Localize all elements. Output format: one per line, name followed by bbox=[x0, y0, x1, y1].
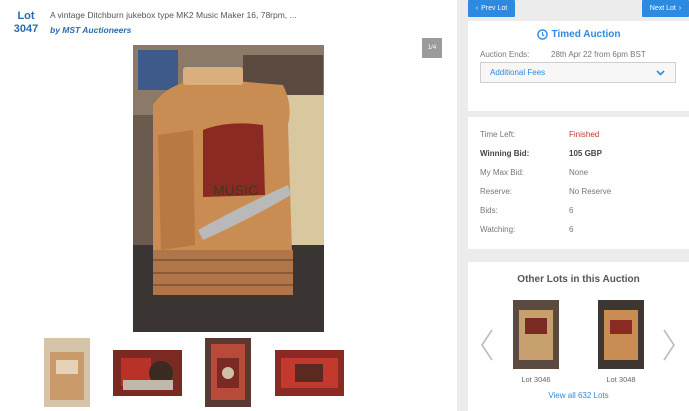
lot-prefix: Lot bbox=[17, 10, 35, 22]
other-lots-title: Other Lots in this Auction bbox=[517, 274, 640, 285]
timed-auction-label: Timed Auction bbox=[551, 29, 621, 40]
chevron-left-icon: ‹ bbox=[475, 5, 479, 12]
reserve-value: No Reserve bbox=[569, 187, 612, 196]
watching-label: Watching: bbox=[480, 225, 516, 234]
auctioneer-link[interactable]: by MST Auctioneers bbox=[50, 25, 131, 35]
other-lot-3048-label[interactable]: Lot 3048 bbox=[591, 375, 651, 384]
lot-title: A vintage Ditchburn jukebox type MK2 Mus… bbox=[50, 10, 297, 20]
other-lots-card: Other Lots in this Auction Lot 3046 Lot … bbox=[468, 262, 689, 411]
main-lot-image[interactable]: MUSIC bbox=[133, 45, 324, 332]
timed-auction-heading: Timed Auction bbox=[468, 29, 689, 40]
additional-fees-label: Additional Fees bbox=[490, 68, 546, 77]
winning-bid-value: 105 GBP bbox=[569, 149, 602, 158]
prev-lot-button[interactable]: ‹ Prev Lot bbox=[468, 0, 515, 17]
auction-ends-value: 28th Apr 22 from 6pm BST bbox=[551, 50, 646, 59]
carousel-left-arrow-icon[interactable] bbox=[480, 328, 494, 362]
carousel-right-arrow-icon[interactable] bbox=[662, 328, 676, 362]
bids-value: 6 bbox=[569, 206, 574, 215]
image-counter: 1/4 bbox=[422, 38, 442, 58]
other-lot-3046-label[interactable]: Lot 3046 bbox=[506, 375, 566, 384]
chevron-down-icon bbox=[656, 70, 665, 76]
lot-main-panel: Lot 3047 A vintage Ditchburn jukebox typ… bbox=[0, 0, 457, 411]
thumbnail-4[interactable] bbox=[275, 350, 344, 396]
watching-value: 6 bbox=[569, 225, 574, 234]
auction-ends-label: Auction Ends: bbox=[480, 50, 530, 59]
bids-label: Bids: bbox=[480, 206, 498, 215]
thumbnail-3[interactable] bbox=[205, 338, 251, 407]
view-all-lots-link[interactable]: View all 632 Lots bbox=[468, 391, 689, 400]
clock-icon bbox=[536, 29, 548, 40]
svg-text:MUSIC: MUSIC bbox=[213, 182, 258, 198]
reserve-label: Reserve: bbox=[480, 187, 513, 196]
lot-number: Lot 3047 bbox=[12, 10, 40, 36]
additional-fees-dropdown[interactable]: Additional Fees bbox=[480, 62, 676, 83]
time-left-label: Time Left: bbox=[480, 130, 516, 139]
max-bid-value: None bbox=[569, 168, 589, 177]
chevron-right-icon: › bbox=[678, 5, 682, 12]
time-left-value: Finished bbox=[569, 130, 600, 139]
thumbnail-2[interactable] bbox=[113, 350, 182, 396]
other-lot-3048-image[interactable] bbox=[598, 300, 644, 369]
max-bid-label: My Max Bid: bbox=[480, 168, 525, 177]
bid-details-card: Time Left: Finished Winning Bid: 105 GBP… bbox=[468, 117, 689, 249]
next-lot-label: Next Lot bbox=[649, 5, 676, 12]
lot-number-value: 3047 bbox=[13, 23, 39, 35]
next-lot-button[interactable]: Next Lot › bbox=[642, 0, 689, 17]
thumbnail-1[interactable] bbox=[44, 338, 90, 407]
prev-lot-label: Prev Lot bbox=[481, 5, 508, 12]
other-lot-3046-image[interactable] bbox=[513, 300, 559, 369]
auction-info-card: Timed Auction Auction Ends: 28th Apr 22 … bbox=[468, 21, 689, 111]
winning-bid-label: Winning Bid: bbox=[480, 149, 530, 158]
